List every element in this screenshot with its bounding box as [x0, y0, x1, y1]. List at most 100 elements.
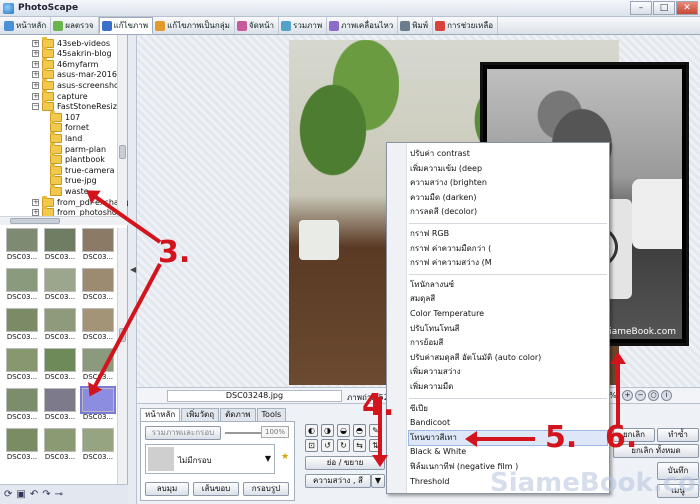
- maximize-button[interactable]: □: [653, 1, 675, 15]
- info-icon[interactable]: i: [661, 390, 672, 401]
- edit-tab-1[interactable]: เพิ่มวัตถุ: [181, 408, 220, 421]
- brightness-color-dropdown[interactable]: ▼: [371, 474, 385, 488]
- expand-toggle[interactable]: +: [32, 60, 39, 68]
- thumbnail[interactable]: DSC03...: [4, 428, 40, 461]
- rotate-left-icon[interactable]: ↺: [321, 439, 334, 452]
- zoom-fit-icon[interactable]: ○: [648, 390, 659, 401]
- menu-item[interactable]: ซีเปีย: [409, 402, 607, 416]
- menu-item[interactable]: Bandicoot: [409, 416, 607, 430]
- margin-button[interactable]: เส้นขอบ: [193, 482, 239, 496]
- thumbnail[interactable]: DSC03...: [42, 308, 78, 341]
- tone-icon[interactable]: ◓: [353, 424, 366, 437]
- thumbnail[interactable]: DSC03...: [80, 428, 116, 461]
- thumbnail[interactable]: DSC03...: [4, 308, 40, 341]
- expand-toggle[interactable]: +: [32, 209, 39, 216]
- edit-tab-0[interactable]: หน้าหลัก: [140, 408, 181, 421]
- thumbnail[interactable]: DSC03...: [42, 348, 78, 381]
- tree-hscroll-thumb[interactable]: [10, 218, 60, 224]
- close-button[interactable]: ✕: [676, 1, 698, 15]
- tab-6[interactable]: ภาพเคลื่อนไหว: [327, 17, 399, 34]
- folder-icon[interactable]: ▣: [16, 489, 25, 500]
- frame-merge-button[interactable]: รวมภาพและกรอบ: [145, 426, 221, 440]
- thumbnail[interactable]: DSC03...: [42, 428, 78, 461]
- thumbnail[interactable]: DSC03...: [42, 228, 78, 261]
- tab-5[interactable]: รวมภาพ: [279, 17, 328, 34]
- menu-item[interactable]: การย้อมสี: [409, 336, 607, 350]
- size-slider-icon[interactable]: ⊸: [55, 489, 63, 500]
- menu-item[interactable]: ปรับโทนโทนสี: [409, 322, 607, 336]
- tab-8[interactable]: การช่วยเหลือ: [433, 17, 499, 34]
- expand-toggle[interactable]: +: [32, 92, 39, 100]
- expand-toggle[interactable]: −: [32, 103, 39, 111]
- menu-item[interactable]: ปรับค่า contrast: [409, 147, 607, 161]
- tree-item-label: asus-screenshots: [57, 80, 127, 90]
- thumbnail[interactable]: DSC03...: [80, 228, 116, 261]
- menu-item[interactable]: เพิ่มความสว่าง: [409, 365, 607, 379]
- menu-item[interactable]: ปรับค่าสมดุลสี อัตโนมัติ (auto color): [409, 351, 607, 365]
- tree-scroll-thumb[interactable]: [119, 145, 126, 159]
- tone-icon[interactable]: ◑: [321, 424, 334, 437]
- menu-item[interactable]: กราฟ ค่าความมืดกว่า (: [409, 242, 607, 256]
- thumbnail[interactable]: DSC03...: [4, 268, 40, 301]
- menu-item[interactable]: Black & White: [409, 445, 607, 459]
- folder-icon: [42, 47, 54, 59]
- frame-select[interactable]: ไม่มีกรอบ ▼: [145, 444, 275, 474]
- expand-toggle[interactable]: +: [32, 39, 39, 47]
- expand-toggle[interactable]: +: [32, 81, 39, 89]
- thumbnail[interactable]: DSC03...: [42, 388, 78, 421]
- brightness-color-button[interactable]: ความสว่าง , สี: [305, 474, 371, 488]
- thumbnail[interactable]: DSC03...: [42, 268, 78, 301]
- chevron-down-icon[interactable]: ▼: [265, 454, 271, 463]
- flip-icon[interactable]: ⇆: [353, 439, 366, 452]
- frame-photo-button[interactable]: กรอบรูป: [243, 482, 289, 496]
- pane-splitter[interactable]: ◀: [128, 35, 137, 504]
- tab-4[interactable]: จัดหน้า: [235, 17, 280, 34]
- expand-toggle[interactable]: +: [32, 198, 39, 206]
- tab-1[interactable]: ผลตรวจ: [51, 17, 99, 34]
- minimize-button[interactable]: –: [630, 1, 652, 15]
- menu-item[interactable]: โทนักลางนซ์: [409, 278, 607, 292]
- menu-item[interactable]: เพิ่มความมืด: [409, 380, 607, 394]
- expand-toggle[interactable]: +: [32, 50, 39, 58]
- menu-item[interactable]: Color Temperature: [409, 307, 607, 321]
- crop-icon[interactable]: ⊡: [305, 439, 318, 452]
- star-icon[interactable]: ★: [281, 452, 289, 462]
- back-icon[interactable]: ↶: [30, 489, 38, 500]
- thumbnail[interactable]: DSC03...: [4, 388, 40, 421]
- zoom-out-icon[interactable]: −: [635, 390, 646, 401]
- menu-item[interactable]: ความสว่าง (brighten: [409, 176, 607, 190]
- tone-icon[interactable]: ◒: [337, 424, 350, 437]
- thumbnail[interactable]: DSC03...: [80, 308, 116, 341]
- tab-0[interactable]: หน้าหลัก: [2, 17, 52, 34]
- zoom-in-icon[interactable]: +: [622, 390, 633, 401]
- tree-scrollbar[interactable]: [117, 35, 127, 216]
- collapse-icon[interactable]: ◀: [130, 265, 136, 274]
- frame-slider[interactable]: [225, 432, 265, 434]
- thumbs-scrollbar[interactable]: [117, 228, 127, 488]
- menu-item[interactable]: ความมืด (darken): [409, 191, 607, 205]
- edit-tab-2[interactable]: ตัดภาพ: [220, 408, 256, 421]
- tab-3[interactable]: แก้ไขภาพเป็นกลุ่ม: [153, 17, 235, 34]
- round-corner-button[interactable]: ลบมุม: [145, 482, 189, 496]
- tab-2[interactable]: แก้ไขภาพ: [98, 17, 154, 34]
- menu-item[interactable]: กราฟ RGB: [409, 227, 607, 241]
- tree-hscrollbar[interactable]: [0, 216, 128, 225]
- thumbnail-caption: DSC03...: [82, 413, 114, 421]
- edit-tab-3[interactable]: Tools: [256, 408, 287, 421]
- rotate-right-icon[interactable]: ↻: [337, 439, 350, 452]
- menu-item[interactable]: เพิ่มความเข้ม (deep: [409, 162, 607, 176]
- refresh-icon[interactable]: ⟳: [4, 489, 12, 500]
- thumbnail[interactable]: DSC03...: [4, 348, 40, 381]
- menu-item[interactable]: การลดสี (decolor): [409, 205, 607, 219]
- percent-field[interactable]: 100%: [261, 426, 289, 438]
- thumbnail[interactable]: DSC03...: [4, 228, 40, 261]
- menu-item[interactable]: สมดุลสี: [409, 292, 607, 306]
- forward-icon[interactable]: ↷: [42, 489, 50, 500]
- tab-7[interactable]: พิมพ์: [398, 17, 434, 34]
- thumbnail[interactable]: DSC03...: [80, 268, 116, 301]
- menu-item[interactable]: กราฟ ค่าความสว่าง (M: [409, 256, 607, 270]
- redo-button[interactable]: ทำซ้ำ: [657, 428, 699, 442]
- thumbnail-caption: DSC03...: [6, 333, 38, 341]
- expand-toggle[interactable]: +: [32, 71, 39, 79]
- tone-icon[interactable]: ◐: [305, 424, 318, 437]
